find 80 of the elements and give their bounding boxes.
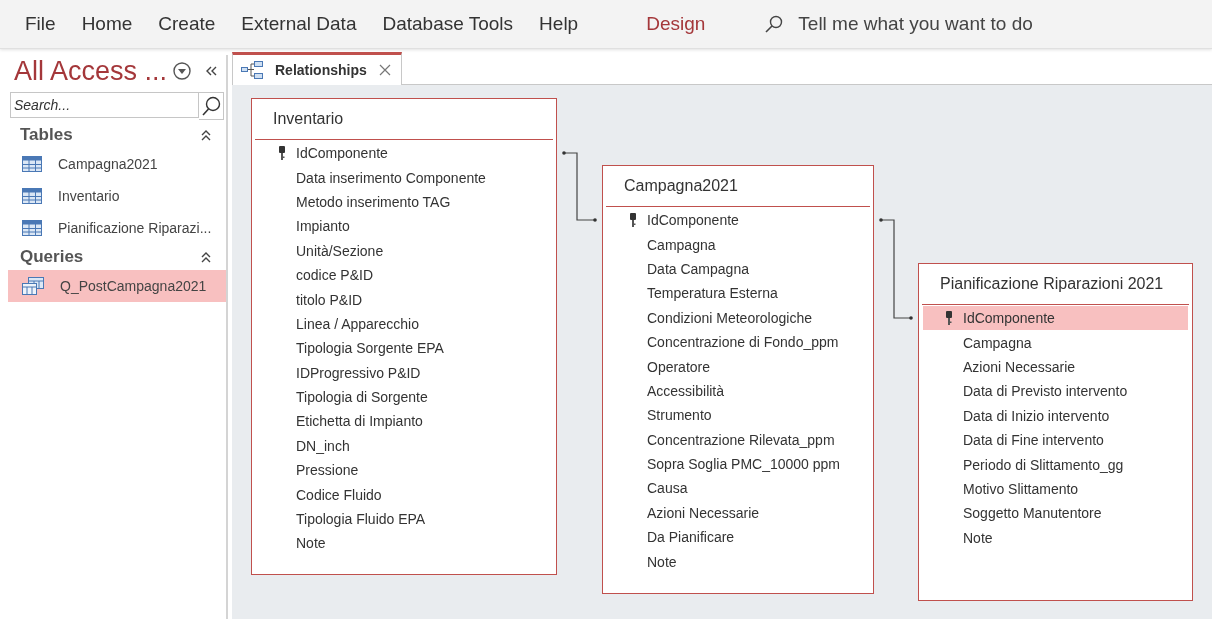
- dropdown-icon[interactable]: [173, 62, 192, 80]
- close-icon[interactable]: [378, 64, 391, 76]
- search-field[interactable]: Search...: [10, 92, 199, 118]
- field-row[interactable]: Campagna: [607, 232, 869, 257]
- table-icon: [22, 188, 42, 204]
- table-window[interactable]: [918, 263, 1193, 601]
- field-row[interactable]: Accessibilità: [607, 378, 869, 404]
- field-row[interactable]: Concentrazione di Fondo_ppm: [607, 329, 869, 355]
- ribbon-tab[interactable]: Home: [68, 13, 146, 35]
- document-tab[interactable]: Relationships: [232, 52, 402, 85]
- field-row[interactable]: titolo P&ID: [256, 287, 552, 312]
- field-row[interactable]: Codice Fluido: [256, 482, 552, 507]
- group-heading: Queries: [20, 247, 84, 267]
- field-row[interactable]: IDProgressivo P&ID: [256, 360, 552, 385]
- ribbon-tab[interactable]: Database Tools: [369, 13, 527, 35]
- table-window[interactable]: [251, 98, 557, 575]
- field-row[interactable]: Pressione: [256, 458, 552, 483]
- field-row[interactable]: Da Pianificare: [607, 525, 869, 550]
- field-row[interactable]: Azioni Necessarie: [607, 500, 869, 526]
- ribbon-tab[interactable]: Create: [145, 13, 229, 35]
- field-row[interactable]: Temperatura Esterna: [607, 281, 869, 306]
- ribbon-tab[interactable]: Help: [526, 13, 592, 35]
- field-row[interactable]: Data Campagna: [607, 256, 869, 282]
- table-title: Pianificazione Riparazioni 2021: [922, 264, 1189, 305]
- field-row[interactable]: Note: [607, 549, 869, 574]
- field-row[interactable]: Soggetto Manutentore: [923, 501, 1188, 526]
- table-title: Inventario: [255, 99, 553, 140]
- navigation-item[interactable]: Pianificazione Riparazi...: [8, 212, 226, 244]
- field-row[interactable]: Metodo inserimento TAG: [256, 189, 552, 215]
- navigation-item[interactable]: Q_PostCampagna2021: [8, 270, 226, 302]
- field-row[interactable]: Periodo di Slittamento_gg: [923, 452, 1188, 477]
- key-icon: [629, 212, 637, 228]
- field-row[interactable]: Etichetta di Impianto: [256, 409, 552, 434]
- search-icon: [764, 14, 785, 34]
- table-window[interactable]: [602, 165, 874, 594]
- field-row[interactable]: IdComponente: [256, 141, 552, 166]
- field-row[interactable]: Tipologia Sorgente EPA: [256, 336, 552, 361]
- query-icon: [22, 277, 44, 295]
- field-row[interactable]: Tipologia di Sorgente: [256, 384, 552, 410]
- field-row[interactable]: codice P&ID: [256, 262, 552, 288]
- field-row[interactable]: Data inserimento Componente: [256, 165, 552, 190]
- field-row[interactable]: Tipologia Fluido EPA: [256, 506, 552, 532]
- table-title: Campagna2021: [606, 166, 870, 207]
- field-row[interactable]: Linea / Apparecchio: [256, 311, 552, 337]
- field-row[interactable]: Unità/Sezione: [256, 238, 552, 263]
- relationships-icon: [241, 61, 263, 79]
- field-row[interactable]: Data di Fine intervento: [923, 427, 1188, 453]
- table-icon: [22, 156, 42, 172]
- search-icon[interactable]: [199, 92, 224, 120]
- field-row[interactable]: DN_inch: [256, 433, 552, 459]
- field-row[interactable]: Condizioni Meteorologiche: [607, 305, 869, 330]
- field-row[interactable]: Motivo Slittamento: [923, 476, 1188, 502]
- relationship-line: [562, 151, 597, 222]
- group-heading: Tables: [20, 125, 73, 145]
- field-row[interactable]: Impianto: [256, 214, 552, 239]
- collapse-icon[interactable]: [200, 251, 212, 263]
- navigation-title: All Access ...: [14, 55, 168, 87]
- field-row[interactable]: Data di Inizio intervento: [923, 403, 1188, 428]
- field-row[interactable]: Causa: [607, 476, 869, 501]
- key-icon: [945, 310, 953, 326]
- ribbon-tab[interactable]: Design: [633, 13, 719, 35]
- field-row[interactable]: Note: [923, 525, 1188, 550]
- field-row[interactable]: IdComponente: [923, 306, 1188, 331]
- table-icon: [22, 220, 42, 236]
- field-row[interactable]: Strumento: [607, 403, 869, 428]
- navigation-item[interactable]: Inventario: [8, 180, 226, 212]
- field-row[interactable]: Sopra Soglia PMC_10000 ppm: [607, 451, 869, 477]
- field-row[interactable]: Note: [256, 531, 552, 556]
- field-row[interactable]: Campagna: [923, 330, 1188, 355]
- navigation-item[interactable]: Campagna2021: [8, 148, 226, 180]
- key-icon: [278, 145, 286, 161]
- field-row[interactable]: Operatore: [607, 354, 869, 379]
- ribbon-tab[interactable]: External Data: [228, 13, 370, 35]
- field-row[interactable]: IdComponente: [607, 208, 869, 233]
- ribbon-tab[interactable]: File: [12, 13, 69, 35]
- field-row[interactable]: Concentrazione Rilevata_ppm: [607, 427, 869, 452]
- tell-me-field[interactable]: Tell me what you want to do: [796, 12, 1101, 36]
- field-row[interactable]: Azioni Necessarie: [923, 354, 1188, 380]
- collapse-icon[interactable]: [200, 129, 212, 141]
- field-row[interactable]: Data di Previsto intervento: [923, 379, 1188, 404]
